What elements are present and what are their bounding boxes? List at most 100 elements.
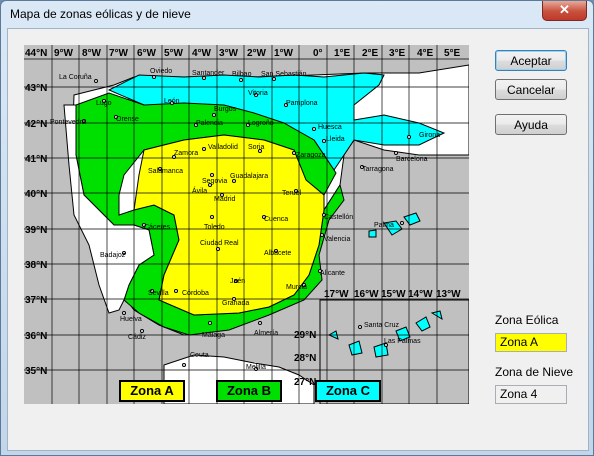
dialog-client-area: 44°N 9°W 8°W 7°W 6°W 5°W 4°W 3°W 2°W 1°W… (7, 28, 589, 451)
city-label: Las Palmas (384, 338, 421, 345)
city-label: Huelva (120, 316, 142, 323)
canary-lat-label: 27°N (294, 377, 316, 388)
zona-nieve-label: Zona de Nieve (495, 365, 574, 379)
city-label: Badajoz (100, 252, 126, 259)
lon-label: 44°N (25, 48, 47, 59)
lon-label: 9°W (54, 48, 74, 59)
city-label: Sevilla (148, 290, 169, 297)
lon-label: 2°E (362, 48, 379, 59)
city-label: Cádiz (128, 334, 146, 341)
city-label: Guadalajara (230, 173, 268, 180)
city-label: Madrid (214, 196, 236, 203)
lon-label: 1°E (334, 48, 351, 59)
city-label: San Sebastián (261, 71, 307, 78)
city-label: Lugo (96, 100, 112, 107)
legend-zone-b: Zona B (216, 380, 282, 402)
lat-label: 42°N (25, 119, 47, 130)
city-label: Valencia (324, 236, 350, 243)
city-label: Orense (116, 116, 139, 123)
canary-lon-label: 15°W (381, 289, 406, 300)
lon-label: 4°W (192, 48, 212, 59)
city-label: Vitoria (248, 90, 268, 97)
canary-lat-label: 28°N (294, 353, 316, 364)
city-label: Lleida (326, 136, 345, 143)
city-label: Ávila (192, 186, 207, 195)
close-icon[interactable]: ✕ (542, 1, 587, 21)
lat-label: 37°N (25, 295, 47, 306)
canary-lat-label: 29°N (294, 330, 316, 341)
city-label: Burgos (214, 106, 237, 113)
lon-label: 8°W (82, 48, 102, 59)
city-label: Barcelona (396, 156, 428, 163)
accept-button[interactable]: Aceptar (495, 50, 567, 71)
dialog-window: Mapa de zonas eólicas y de nieve ✕ 44°N … (0, 0, 594, 456)
lon-label: 4°E (417, 48, 434, 59)
city-label: Murcia (286, 284, 307, 291)
canary-lon-label: 13°W (436, 289, 461, 300)
city-label: Cáceres (144, 224, 171, 231)
cancel-button[interactable]: Cancelar (495, 79, 567, 100)
zona-eolica-label: Zona Eólica (495, 313, 559, 327)
city-label: Toledo (204, 224, 225, 231)
city-label: Valladolid (208, 144, 238, 151)
city-label: Santander (192, 70, 225, 77)
lon-label: 1°W (274, 48, 294, 59)
city-label: Zamora (174, 150, 198, 157)
city-label: Zaragoza (296, 152, 326, 159)
city-label: Albacete (264, 250, 291, 257)
zone-map: 44°N 9°W 8°W 7°W 6°W 5°W 4°W 3°W 2°W 1°W… (24, 45, 469, 404)
city-label: Pontevedra (50, 119, 86, 126)
lat-label: 39°N (25, 225, 47, 236)
help-button[interactable]: Ayuda (495, 114, 567, 135)
lon-label: 3°W (219, 48, 239, 59)
city-label: Segovia (202, 178, 227, 185)
city-label: Palma (374, 222, 394, 229)
city-label: Soria (248, 144, 264, 151)
canary-lon-label: 17°W (324, 289, 349, 300)
city-label: Teruel (282, 190, 302, 197)
lat-label: 41°N (25, 154, 47, 165)
lon-label: 5°W (164, 48, 184, 59)
city-label: Oviedo (150, 68, 172, 75)
city-label: Melilla (246, 364, 266, 371)
city-label: Almería (254, 330, 278, 337)
lon-label: 6°W (137, 48, 157, 59)
legend-zone-c: Zona C (315, 380, 381, 402)
title-bar: Mapa de zonas eólicas y de nieve ✕ (1, 1, 593, 27)
city-label: Castellón (324, 214, 353, 221)
city-label: Ceuta (190, 352, 209, 359)
window-title: Mapa de zonas eólicas y de nieve (10, 7, 191, 21)
canary-lon-label: 14°W (408, 289, 433, 300)
city-label: Ciudad Real (200, 240, 239, 247)
city-label: Málaga (202, 332, 225, 339)
city-label: Girona (419, 132, 440, 139)
lon-label: 0° (313, 48, 323, 59)
lat-label: 36°N (25, 331, 47, 342)
city-label: Alicante (320, 270, 345, 277)
lat-label: 40°N (25, 189, 47, 200)
legend-zone-a: Zona A (119, 380, 185, 402)
lon-label: 7°W (109, 48, 129, 59)
lon-label: 3°E (389, 48, 406, 59)
city-label: Córdoba (182, 290, 209, 297)
map-svg: 44°N 9°W 8°W 7°W 6°W 5°W 4°W 3°W 2°W 1°W… (24, 45, 469, 404)
city-label: Cuenca (264, 216, 288, 223)
city-label: Granada (222, 300, 249, 307)
city-label: Tarragona (362, 166, 394, 173)
city-label: Salamanca (148, 168, 183, 175)
lon-label: 2°W (247, 48, 267, 59)
lat-label: 38°N (25, 260, 47, 271)
zona-eolica-field: Zona A (495, 333, 567, 352)
city-label: Pamplona (286, 100, 318, 107)
city-label: Palencia (196, 120, 223, 127)
city-label: Logroño (248, 120, 274, 127)
city-label: Bilbao (232, 71, 252, 78)
canary-lon-label: 16°W (354, 289, 379, 300)
city-label: Santa Cruz (364, 322, 400, 329)
city-label: Jaén (230, 278, 245, 285)
lat-label: 35°N (25, 366, 47, 377)
lon-label: 5°E (444, 48, 461, 59)
zona-nieve-field: Zona 4 (495, 385, 567, 404)
city-label: León (164, 98, 180, 105)
city-label: La Coruña (59, 74, 92, 81)
